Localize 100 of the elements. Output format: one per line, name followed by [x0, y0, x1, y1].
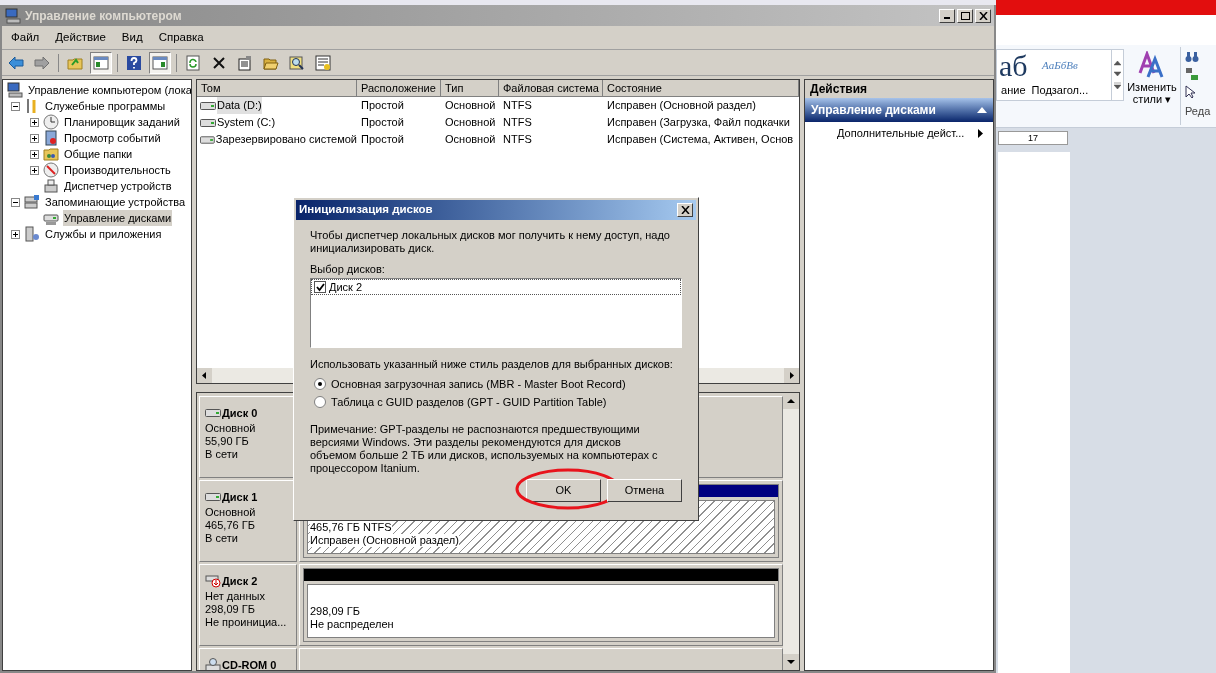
action-item[interactable]: Дополнительные дейст...	[805, 122, 993, 144]
dialog-button[interactable]: OK	[526, 479, 601, 502]
disk-label-panel[interactable]: CD-ROM 0	[199, 648, 297, 670]
scroll-down-icon[interactable]	[783, 654, 799, 670]
radio-option[interactable]: Таблица с GUID разделов (GPT - GUID Partition Table)	[314, 395, 682, 409]
volume-name[interactable]: Зарезервировано системой	[215, 131, 357, 148]
binoculars-icon[interactable]	[1185, 51, 1199, 63]
collapse-arrow-icon	[977, 107, 987, 113]
shared-folder-icon	[43, 146, 59, 162]
ruler: 17	[998, 131, 1068, 145]
minimize-button[interactable]	[939, 8, 955, 23]
disk-list-item[interactable]: Диск 2	[311, 279, 681, 295]
services-icon	[24, 226, 40, 242]
disk-drive-icon	[205, 408, 221, 419]
tree-item[interactable]: Диспетчер устройств	[63, 177, 173, 195]
table-cell-text: Исправен (Загрузка, Файл подкачки	[606, 115, 791, 131]
disk-drive-icon	[200, 134, 215, 145]
disk-label-panel[interactable]: Диск 2 Нет данных 298,09 ГБ Не проинициа...	[199, 564, 297, 646]
vertical-scrollbar[interactable]	[783, 393, 799, 670]
note-text: Примечание: GPT-разделы не распознаются предшествующими версиями Windows. Эти разделы рекомендуются для дисков объемом больше 2 ТБ или дисков, используемых на компьютерах с процессором Itanium.	[310, 423, 659, 475]
intro-text: Чтобы диспетчер локальных дисков мог получить к нему доступ, надо инициализировать диск.	[310, 229, 671, 255]
style-preview[interactable]: аб ание	[997, 50, 1030, 100]
close-icon	[978, 11, 988, 20]
disk-info: 298,09 ГБ	[205, 602, 256, 616]
table-cell-text: NTFS	[502, 115, 533, 131]
tree-item[interactable]: Просмотр событий	[63, 129, 162, 147]
menu-item[interactable]: Действие	[55, 28, 106, 47]
radio-option[interactable]: Основная загрузочная запись (MBR - Master Boot Record)	[314, 377, 682, 391]
close-button[interactable]	[975, 8, 991, 23]
list-label: Выбор дисков:	[310, 263, 386, 276]
properties-icon	[237, 54, 253, 71]
disk-warning-icon	[205, 574, 221, 589]
replace-icon[interactable]	[1185, 67, 1199, 81]
ribbon-group-label: Реда	[1185, 104, 1211, 119]
maximize-button[interactable]	[957, 8, 973, 23]
tree-item[interactable]: Управление дисками	[63, 209, 173, 227]
table-cell-text: Простой	[360, 98, 405, 114]
expand-icon[interactable]	[30, 117, 39, 127]
forward-arrow-icon	[34, 54, 50, 71]
collapse-icon[interactable]	[11, 197, 20, 207]
menu-item[interactable]: Файл	[11, 28, 40, 47]
tree-item[interactable]: Службы и приложения	[44, 225, 163, 243]
partition-block[interactable]: 298,09 ГБ Не распределен	[303, 568, 779, 642]
scroll-up-icon[interactable]	[783, 393, 799, 409]
clock-icon	[43, 114, 59, 130]
disk-drive-icon	[200, 117, 216, 128]
expand-icon[interactable]	[30, 149, 39, 159]
actions-section-header[interactable]: Управление дисками	[805, 98, 993, 122]
window-title: Управление компьютером	[25, 7, 182, 25]
menu-item[interactable]: Вид	[121, 28, 143, 47]
expand-icon[interactable]	[30, 165, 39, 175]
expand-icon[interactable]	[30, 133, 39, 143]
expand-icon[interactable]	[11, 229, 20, 239]
disk-name: Диск 2	[222, 574, 258, 589]
tree-item[interactable]: Управление компьютером (лока	[27, 81, 191, 99]
tree-item[interactable]: Запоминающие устройства	[44, 193, 187, 211]
font-letters-icon	[1138, 51, 1166, 79]
radio-button[interactable]	[314, 378, 326, 390]
column-header[interactable]: Тип	[441, 80, 499, 97]
column-header[interactable]: Файловая система	[499, 80, 603, 97]
disk-info: В сети	[205, 447, 239, 461]
tree-item[interactable]: Производительность	[63, 161, 172, 179]
tree-item[interactable]: Планировщик заданий	[63, 113, 181, 131]
computer-icon	[7, 82, 23, 98]
collapse-icon[interactable]	[11, 101, 20, 111]
volume-name[interactable]: System (C:)	[217, 114, 276, 131]
submenu-arrow-icon	[978, 128, 983, 138]
table-cell-text: Простой	[360, 132, 405, 148]
disk-name: CD-ROM 0	[222, 658, 277, 670]
disk-info: 465,76 ГБ	[205, 518, 256, 532]
disk-info: Не проинициа...	[205, 615, 288, 629]
column-header[interactable]: Том	[197, 80, 357, 97]
dialog-button[interactable]: Отмена	[607, 479, 682, 502]
radio-button[interactable]	[314, 396, 326, 408]
disk-info: 55,90 ГБ	[205, 434, 250, 448]
settings-icon	[315, 54, 331, 71]
computer-icon	[5, 7, 21, 24]
close-button[interactable]	[677, 203, 693, 217]
delete-x-icon	[211, 54, 227, 71]
disk-drive-icon	[205, 492, 221, 503]
style-sample: АаБбВв	[1042, 58, 1078, 73]
style-preview[interactable]: АаБбВв Подзагол...	[1029, 50, 1091, 100]
scroll-left-icon[interactable]	[197, 368, 212, 383]
tree-item[interactable]: Служебные программы	[44, 97, 167, 115]
column-header[interactable]: Состояние	[603, 80, 799, 97]
volume-name[interactable]: Data (D:)	[217, 97, 262, 114]
tree-item[interactable]: Общие папки	[63, 145, 134, 163]
table-cell-text: Исправен (Система, Активен, Основ	[606, 132, 795, 148]
table-cell-text: NTFS	[502, 132, 533, 148]
disk-info: Нет данных	[205, 589, 266, 603]
menu-item[interactable]: Справка	[158, 28, 204, 47]
cursor-icon[interactable]	[1185, 85, 1197, 99]
disk-drive-icon	[200, 100, 216, 111]
gallery-scroll-icon[interactable]	[1114, 60, 1121, 90]
cd-drive-icon	[205, 658, 221, 670]
column-header[interactable]: Расположение	[357, 80, 441, 97]
change-styles-button[interactable]: Изменить стили ▾	[1124, 45, 1180, 127]
panel-toggle-icon	[93, 54, 109, 71]
scroll-right-icon[interactable]	[784, 368, 799, 383]
checkbox[interactable]	[314, 281, 326, 293]
